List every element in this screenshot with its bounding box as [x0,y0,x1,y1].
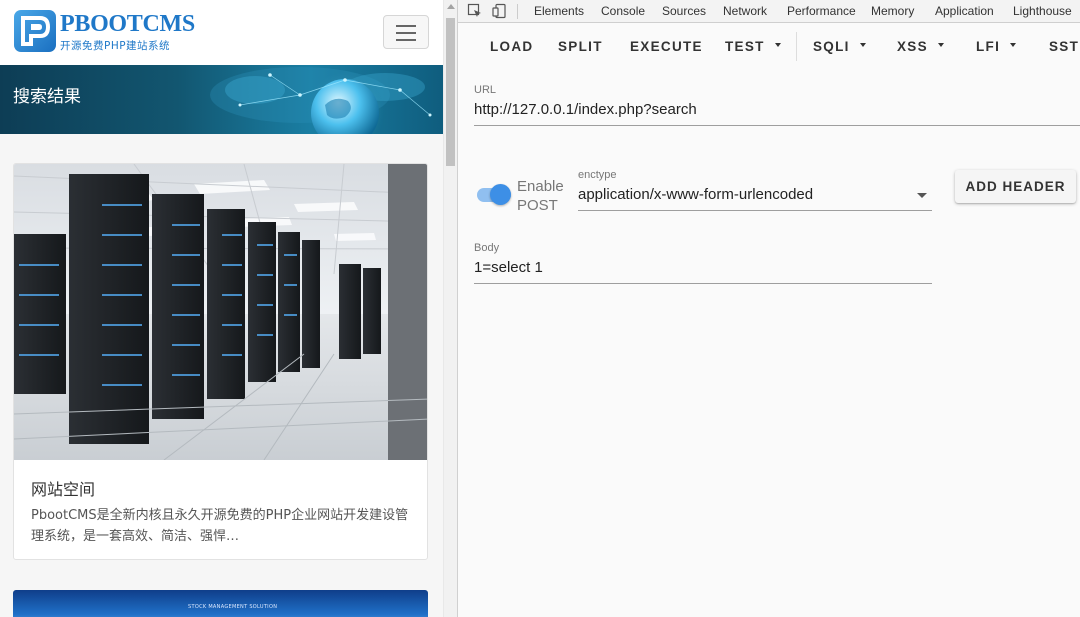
sqli-menu-label: SQLI [813,39,850,54]
result-title[interactable]: 网站空间 [31,476,95,500]
hamburger-line [396,32,416,34]
add-header-button[interactable]: ADD HEADER [955,170,1076,203]
tab-performance[interactable]: Performance [787,4,856,18]
enable-post-label-line2: POST [517,197,558,214]
enctype-underline [578,210,932,211]
result-card[interactable]: 网站空间 PbootCMS是全新内核且永久开源免费的PHP企业网站开发建设管理系… [13,163,428,560]
url-input[interactable]: http://127.0.0.1/index.php?search [474,101,697,118]
search-results: 网站空间 PbootCMS是全新内核且永久开源免费的PHP企业网站开发建设管理系… [0,134,443,617]
caret-down-icon [1010,43,1017,48]
tab-console[interactable]: Console [601,4,645,18]
toolbar-divider [796,32,797,61]
site-header: PBOOTCMS 开源免费PHP建站系统 [0,0,443,65]
hamburger-menu-button[interactable] [383,15,429,49]
load-button[interactable]: LOAD [490,39,533,54]
result-card-2-image[interactable]: STOCK MANAGEMENT SOLUTION [13,590,428,617]
caret-down-icon [774,43,781,48]
site-logo[interactable]: PBOOTCMS 开源免费PHP建站系统 [14,10,195,55]
split-button[interactable]: SPLIT [558,39,603,54]
hackbar-toolbar: LOAD SPLIT EXECUTE TEST SQLI XSS LFI SST… [458,24,1080,70]
tab-elements[interactable]: Elements [534,4,584,18]
lfi-menu-button[interactable]: LFI [976,39,1017,54]
tab-sources[interactable]: Sources [662,4,706,18]
ssti-menu-button[interactable]: SSTI [1049,39,1080,54]
devtools-panel: Elements Console Sources Network Perform… [457,0,1080,617]
tab-lighthouse[interactable]: Lighthouse [1013,4,1072,18]
tab-application[interactable]: Application [935,4,994,18]
enable-post-label: Enable POST [517,177,564,215]
test-menu-button[interactable]: TEST [725,39,781,54]
inspect-element-icon[interactable] [467,3,483,19]
body-label: Body [474,242,500,254]
server-room-image [14,164,427,460]
scroll-up-arrow-icon[interactable] [447,4,455,9]
lfi-menu-label: LFI [976,39,1001,54]
hamburger-line [396,25,416,27]
execute-button[interactable]: EXECUTE [630,39,703,54]
enctype-select[interactable]: application/x-www-form-urlencoded [578,186,813,203]
caret-down-icon [859,43,866,48]
body-input[interactable]: 1=select 1 [474,259,543,276]
logo-text: PBOOTCMS [60,11,195,37]
website-pane: PBOOTCMS 开源免费PHP建站系统 搜索结果 网站空间 PbootCMS是… [0,0,443,617]
xss-menu-button[interactable]: XSS [897,39,944,54]
toolbar-separator [517,4,518,19]
logo-mark-icon [14,10,56,52]
chevron-down-icon[interactable] [917,193,927,198]
enable-post-label-line1: Enable [517,178,564,195]
url-label: URL [474,84,497,96]
scrollbar-thumb[interactable] [446,18,455,166]
page-scrollbar[interactable] [443,0,457,617]
test-menu-label: TEST [725,39,765,54]
xss-menu-label: XSS [897,39,928,54]
logo-subtitle: 开源免费PHP建站系统 [60,40,171,52]
result-description: PbootCMS是全新内核且永久开源免费的PHP企业网站开发建设管理系统，是一套… [31,508,409,544]
sqli-menu-button[interactable]: SQLI [813,39,866,54]
tab-memory[interactable]: Memory [871,4,914,18]
caret-down-icon [937,43,944,48]
page-title: 搜索结果 [13,87,81,107]
result-card-2-caption: STOCK MANAGEMENT SOLUTION [188,604,278,610]
body-underline [474,283,932,284]
devtools-tab-bar: Elements Console Sources Network Perform… [458,0,1080,23]
page-banner: 搜索结果 [0,65,443,134]
device-toolbar-icon[interactable] [492,3,508,19]
url-underline [474,125,1080,126]
enctype-label: enctype [578,169,617,181]
tab-network[interactable]: Network [723,4,767,18]
toggle-knob[interactable] [490,184,511,205]
hamburger-line [396,39,416,41]
